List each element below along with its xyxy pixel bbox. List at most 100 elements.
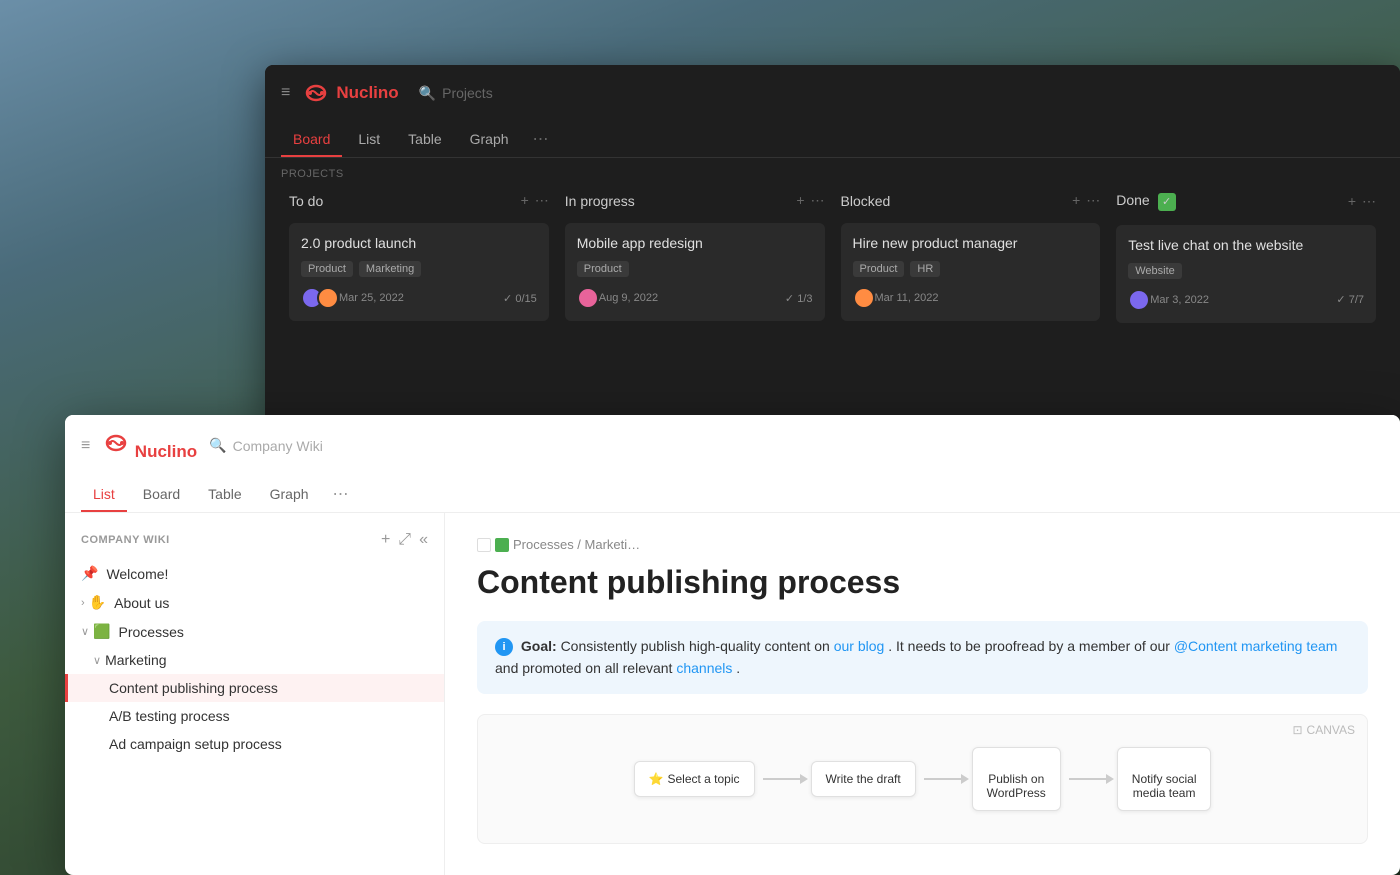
sidebar-expand-button[interactable]: ⤢	[398, 531, 411, 549]
sidebar-item-processes[interactable]: ∨ 🟩 Processes	[65, 617, 444, 646]
hamburger-icon[interactable]: ≡	[281, 84, 290, 102]
tag-product-2: Product	[577, 261, 629, 277]
avatar-5	[1128, 289, 1150, 311]
board-column-blocked: Blocked + ⋯ Hire new product manager Pro…	[833, 186, 1109, 323]
column-title-inprogress: In progress	[565, 193, 635, 209]
todo-more-icon[interactable]: ⋯	[535, 192, 549, 209]
card-mobile-tags: Product	[577, 261, 813, 277]
dark-tab-board[interactable]: Board	[281, 123, 342, 157]
light-content-area: COMPANY WIKI + ⤢ « 📌 Welcome! › ✋ About …	[65, 513, 1400, 875]
card-hire-tags: Product HR	[853, 261, 1089, 277]
card-live-tags: Website	[1128, 263, 1364, 279]
sidebar-actions: + ⤢ «	[381, 531, 428, 549]
card-date: Mar 25, 2022	[339, 292, 404, 304]
sidebar-item-marketing[interactable]: ∨ Marketing	[65, 646, 444, 674]
card-live-chat[interactable]: Test live chat on the website Website Ma…	[1116, 225, 1376, 323]
marketing-chevron-icon: ∨	[93, 654, 101, 667]
flow-node-notify: Notify socialmedia team	[1117, 747, 1212, 811]
dark-logo-area: Nuclino	[302, 79, 398, 107]
inprogress-more-icon[interactable]: ⋯	[811, 192, 825, 209]
breadcrumb-icon	[495, 538, 509, 552]
goal-text-2: . It needs to be proofread by a member o…	[888, 638, 1174, 654]
light-tab-graph[interactable]: Graph	[258, 478, 321, 512]
card-product-launch[interactable]: 2.0 product launch Product Marketing Mar…	[289, 223, 549, 321]
info-box: i Goal: Consistently publish high-qualit…	[477, 621, 1368, 694]
card-live-footer: Mar 3, 2022 ✓ 7/7	[1128, 289, 1364, 311]
sidebar-section-label: COMPANY WIKI	[81, 534, 170, 546]
sidebar-item-content-publishing[interactable]: Content publishing process	[65, 674, 444, 702]
canvas-icon: ⊡	[1292, 723, 1302, 737]
dark-tab-graph[interactable]: Graph	[458, 123, 521, 157]
inprogress-add-icon[interactable]: +	[796, 192, 804, 209]
sidebar-item-ad-campaign[interactable]: Ad campaign setup process	[65, 730, 444, 758]
sidebar-item-content-label: Content publishing process	[109, 680, 414, 696]
done-badge: ✓	[1158, 193, 1176, 211]
sidebar-item-about-label: About us	[114, 595, 414, 611]
breadcrumb-text: Processes / Marketi…	[513, 537, 640, 552]
flow-diagram: ⭐ Select a topic Write the draft Publish…	[478, 715, 1367, 843]
card-mobile-redesign[interactable]: Mobile app redesign Product Aug 9, 2022 …	[565, 223, 825, 321]
sidebar-collapse-button[interactable]: «	[419, 531, 428, 549]
sidebar-item-ab-testing[interactable]: A/B testing process	[65, 702, 444, 730]
breadcrumb-checkbox	[477, 538, 491, 552]
tag-marketing: Marketing	[359, 261, 421, 277]
sidebar-item-welcome[interactable]: 📌 Welcome!	[65, 559, 444, 588]
flow-node-draft: Write the draft	[811, 761, 916, 797]
goal-text-1: Consistently publish high-quality conten…	[561, 638, 834, 654]
done-more-icon[interactable]: ⋯	[1362, 193, 1376, 210]
column-title-blocked: Blocked	[841, 193, 891, 209]
breadcrumb: Processes / Marketi…	[477, 537, 1368, 552]
todo-add-icon[interactable]: +	[521, 192, 529, 209]
dark-tab-table[interactable]: Table	[396, 123, 453, 157]
dark-search-area[interactable]: 🔍 Projects	[419, 85, 493, 102]
dark-tab-list[interactable]: List	[346, 123, 392, 157]
done-add-icon[interactable]: +	[1348, 193, 1356, 210]
column-title-done: Done ✓	[1116, 192, 1175, 211]
avatar-2	[317, 287, 339, 309]
column-actions-done: + ⋯	[1348, 193, 1376, 210]
card-progress: ✓ 0/15	[503, 292, 537, 305]
flow-arrow-2	[916, 778, 972, 780]
card-live-date: Mar 3, 2022	[1150, 294, 1209, 306]
column-header-blocked: Blocked + ⋯	[841, 186, 1101, 215]
board-column-todo: To do + ⋯ 2.0 product launch Product Mar…	[281, 186, 557, 323]
light-more-icon[interactable]: ⋯	[325, 476, 357, 512]
light-search-area[interactable]: 🔍 Company Wiki	[209, 437, 323, 454]
channels-link[interactable]: channels	[676, 660, 732, 676]
sidebar-item-about-us[interactable]: › ✋ About us	[65, 588, 444, 617]
flow-node-notify-label: Notify socialmedia team	[1132, 772, 1197, 800]
light-tab-board[interactable]: Board	[131, 478, 192, 512]
light-app-window: ≡ Nuclino 🔍 Company Wiki List Board Tabl…	[65, 415, 1400, 875]
dark-board-columns: To do + ⋯ 2.0 product launch Product Mar…	[265, 186, 1400, 323]
info-icon: i	[495, 638, 513, 656]
tag-website: Website	[1128, 263, 1182, 279]
sidebar-item-processes-label: Processes	[119, 624, 415, 640]
card-hire-pm[interactable]: Hire new product manager Product HR Mar …	[841, 223, 1101, 321]
dark-search-text: Projects	[442, 85, 493, 101]
blocked-more-icon[interactable]: ⋯	[1086, 192, 1100, 209]
blocked-add-icon[interactable]: +	[1072, 192, 1080, 209]
light-nuclino-logo	[102, 429, 130, 457]
card-mobile-date: Aug 9, 2022	[599, 292, 658, 304]
light-tab-table[interactable]: Table	[196, 478, 253, 512]
light-tab-list[interactable]: List	[81, 478, 127, 512]
our-blog-link[interactable]: our blog	[834, 638, 885, 654]
avatar-3	[577, 287, 599, 309]
light-hamburger-icon[interactable]: ≡	[81, 437, 90, 455]
column-actions-blocked: + ⋯	[1072, 192, 1100, 209]
sidebar-add-button[interactable]: +	[381, 531, 390, 549]
card-mobile-meta: Aug 9, 2022	[577, 287, 658, 309]
card-meta: Mar 25, 2022	[301, 287, 404, 309]
sidebar-item-welcome-label: Welcome!	[106, 566, 428, 582]
green-square-icon: 🟩	[93, 623, 110, 640]
dark-more-icon[interactable]: ⋯	[525, 121, 557, 157]
column-header-todo: To do + ⋯	[289, 186, 549, 215]
content-team-link[interactable]: @Content marketing team	[1174, 638, 1338, 654]
card-hire-meta: Mar 11, 2022	[853, 287, 939, 309]
column-actions-todo: + ⋯	[521, 192, 549, 209]
nuclino-brain-logo	[302, 79, 330, 107]
light-search-text: Company Wiki	[233, 438, 323, 454]
board-column-done: Done ✓ + ⋯ Test live chat on the website…	[1108, 186, 1384, 323]
card-product-launch-footer: Mar 25, 2022 ✓ 0/15	[301, 287, 537, 309]
page-title: Content publishing process	[477, 564, 1368, 601]
